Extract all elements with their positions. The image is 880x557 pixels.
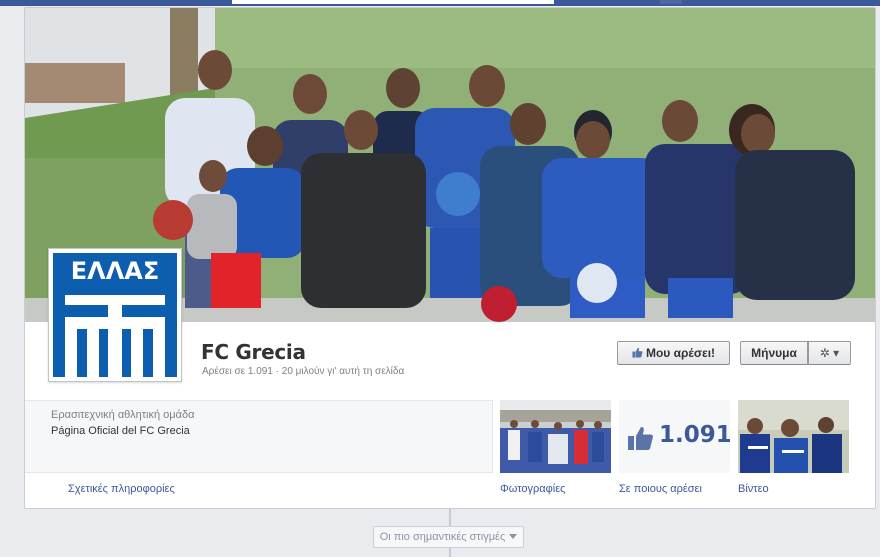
greek-flag-logo: ΕΛΛΑΣ bbox=[53, 253, 177, 377]
chevron-down-icon bbox=[509, 534, 518, 539]
photos-thumbnail[interactable] bbox=[500, 400, 611, 473]
page-description: Página Oficial del FC Grecia bbox=[51, 425, 190, 437]
page-title[interactable]: FC Grecia bbox=[201, 340, 306, 364]
cross-emblem-icon bbox=[65, 295, 165, 377]
tab-likes[interactable]: Σε ποιους αρέσει bbox=[619, 483, 702, 495]
tab-about[interactable]: Σχετικές πληροφορίες bbox=[68, 483, 175, 495]
message-button-label: Μήνυμα bbox=[751, 346, 797, 360]
like-button[interactable]: Μου αρέσει! bbox=[617, 341, 730, 365]
page-timeline: ΕΛΛΑΣ FC Grecia Αρέσει σε 1.091 · 20 μιλ… bbox=[24, 7, 876, 509]
settings-dropdown-button[interactable]: ✲ ▾ bbox=[808, 341, 851, 365]
profile-picture[interactable]: ΕΛΛΑΣ bbox=[48, 248, 182, 382]
about-section[interactable]: Ερασιτεχνική αθλητική ομάδα Página Ofici… bbox=[25, 400, 493, 473]
highlights-label: Οι πιο σημαντικές στιγμές bbox=[379, 531, 506, 543]
page-category: Ερασιτεχνική αθλητική ομάδα bbox=[51, 409, 195, 421]
top-navigation-bar bbox=[0, 0, 880, 6]
gear-icon: ✲ ▾ bbox=[819, 346, 840, 360]
likes-count: 1.091 bbox=[659, 422, 730, 448]
like-button-label: Μου αρέσει! bbox=[645, 346, 716, 360]
thumbs-up-icon bbox=[628, 426, 653, 450]
thumbs-up-icon bbox=[632, 347, 643, 358]
likes-tile[interactable]: 1.091 bbox=[619, 400, 730, 473]
videos-thumbnail[interactable] bbox=[738, 400, 849, 473]
message-button[interactable]: Μήνυμα bbox=[740, 341, 808, 365]
highlights-dropdown[interactable]: Οι πιο σημαντικές στιγμές bbox=[373, 526, 524, 548]
tab-videos[interactable]: Βίντεο bbox=[738, 483, 769, 495]
notification-icon[interactable] bbox=[660, 0, 682, 4]
tab-photos[interactable]: Φωτογραφίες bbox=[500, 483, 565, 495]
search-input[interactable] bbox=[232, 0, 554, 4]
page-stats: Αρέσει σε 1.091 · 20 μιλούν γι' αυτή τη … bbox=[202, 366, 405, 377]
